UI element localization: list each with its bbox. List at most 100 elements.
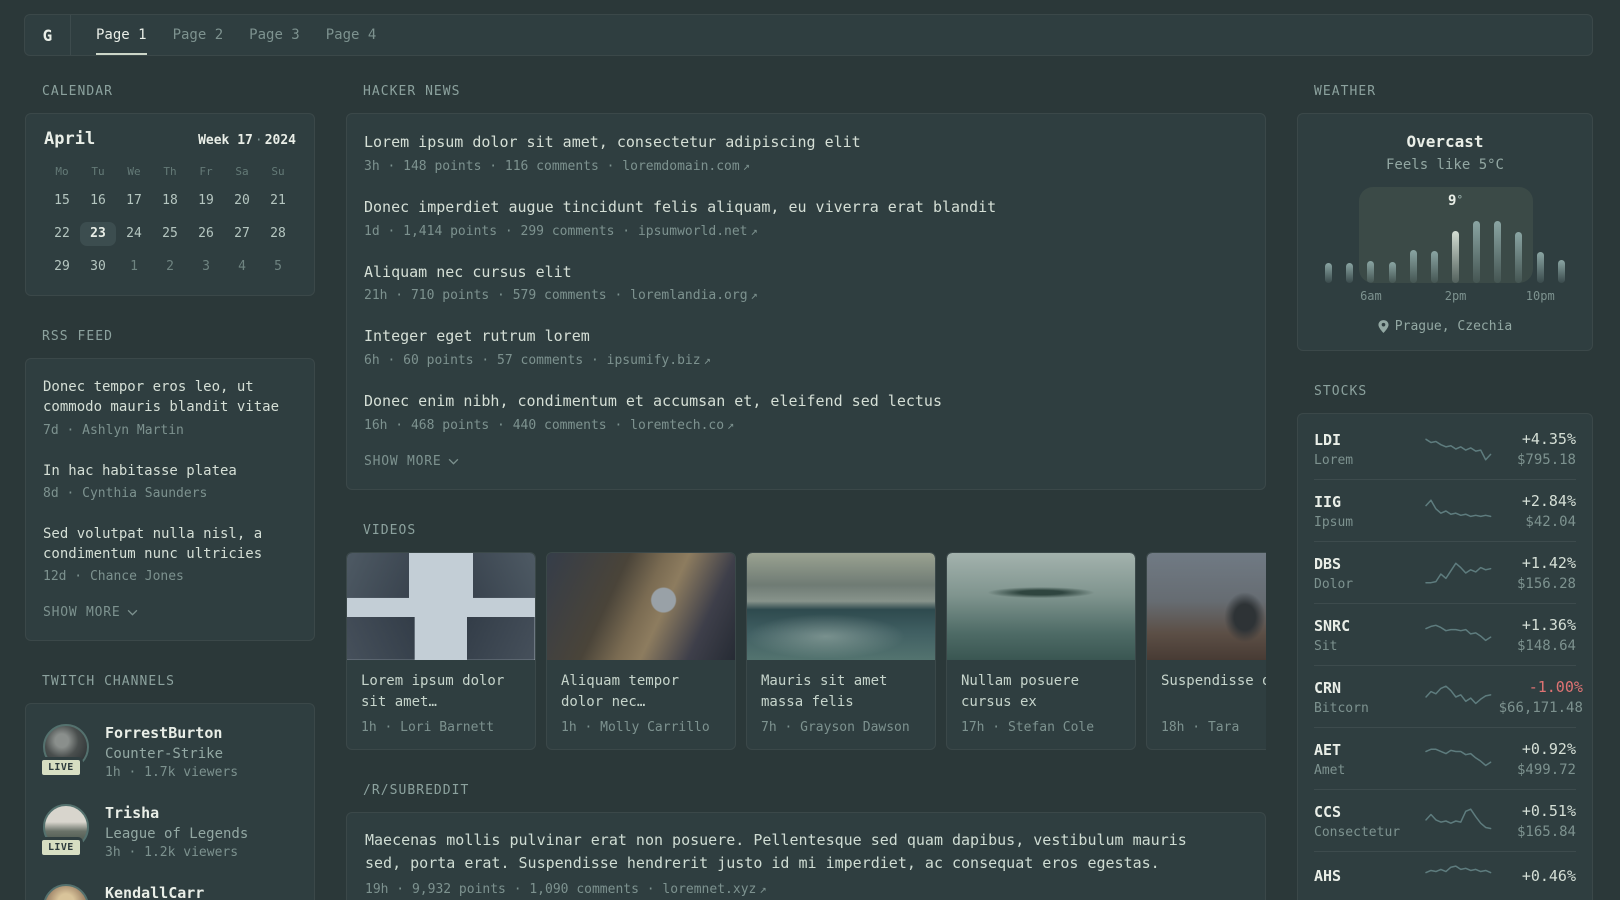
stock-name: Ipsum: [1314, 514, 1354, 530]
stocks-card: LDI Lorem +4.35% $795.18 IIG Ipsum +2.84% $4…: [1297, 413, 1593, 900]
subreddit-post-title[interactable]: Maecenas mollis pulvinar erat non posuer…: [365, 829, 1225, 876]
hn-item: Integer eget rutrum lorem 6h · 60 points…: [364, 314, 1248, 379]
calendar-day: 28: [270, 226, 286, 241]
time-tick: 2pm: [1444, 289, 1467, 303]
channel-name[interactable]: KendallCarr: [105, 884, 204, 900]
hn-item-title[interactable]: Lorem ipsum dolor sit amet, consectetur …: [364, 132, 1248, 154]
stock-change: +0.51%: [1521, 802, 1576, 820]
time-tick: 6am: [1360, 289, 1382, 303]
video-thumbnail[interactable]: [547, 552, 735, 660]
rss-item: Sed volutpat nulla nisl, a condimentum n…: [43, 512, 297, 596]
rss-item-title[interactable]: In hac habitasse platea: [43, 461, 297, 481]
video-card[interactable]: Mauris sit amet massa felis 7h · Grayson…: [746, 551, 936, 750]
external-link-icon: ↗: [750, 288, 758, 303]
channel-name[interactable]: ForrestBurton: [105, 724, 238, 742]
channel-avatar[interactable]: [43, 884, 89, 900]
stock-ticker[interactable]: DBS: [1314, 555, 1418, 573]
video-card[interactable]: Suspendisse diam 18h · Tara: [1146, 551, 1266, 750]
hn-item-meta: 21h · 710 points · 579 comments · loreml…: [364, 288, 758, 304]
calendar-day: 21: [270, 193, 286, 208]
calendar-day: 26: [198, 226, 214, 241]
subreddit-post-meta: 19h · 9,932 points · 1,090 comments · lo…: [365, 882, 767, 898]
subreddit-domain-link[interactable]: loremnet.xyz ↗: [662, 882, 766, 897]
live-badge: LIVE: [39, 837, 83, 859]
hn-item-domain-link[interactable]: loremdomain.com ↗: [622, 159, 750, 174]
time-tick: 10pm: [1525, 289, 1555, 303]
twitch-heading: TWITCH CHANNELS: [42, 674, 175, 690]
weather-location: Prague, Czechia: [1318, 319, 1572, 334]
weather-bar: [1409, 250, 1417, 283]
tab-page-4[interactable]: Page 4: [326, 15, 377, 55]
rss-heading: RSS FEED: [42, 329, 113, 344]
video-card[interactable]: Lorem ipsum dolor sit amet consectetu… 1…: [346, 551, 536, 750]
hn-item-domain-link[interactable]: loremtech.co ↗: [630, 418, 734, 433]
video-title[interactable]: Mauris sit amet massa felis: [747, 660, 935, 713]
calendar-heading: CALENDAR: [42, 84, 113, 99]
stock-ticker[interactable]: LDI: [1314, 431, 1418, 449]
calendar-day: 1: [130, 259, 138, 274]
weather-bar: [1367, 261, 1375, 283]
hn-item-domain-link[interactable]: ipsumify.biz ↗: [607, 353, 711, 368]
weather-bar: [1430, 251, 1438, 283]
stock-row: IIG Ipsum +2.84% $42.04: [1314, 479, 1576, 541]
hn-item-title[interactable]: Donec imperdiet augue tincidunt felis al…: [364, 197, 1248, 219]
subreddit-heading: /R/SUBREDDIT: [363, 782, 470, 798]
location-pin-icon: [1378, 320, 1389, 333]
video-thumbnail[interactable]: [747, 552, 935, 660]
stock-ticker[interactable]: CCS: [1314, 803, 1418, 821]
stock-name: Dolor: [1314, 576, 1354, 592]
video-title[interactable]: Nullam posuere cursus ex: [947, 660, 1135, 713]
stock-sparkline: [1425, 865, 1492, 874]
tab-page-1[interactable]: Page 1: [96, 15, 147, 55]
hn-item-meta: 6h · 60 points · 57 comments · ipsumify.…: [364, 353, 711, 368]
video-title[interactable]: Suspendisse diam: [1147, 660, 1266, 713]
tab-page-3[interactable]: Page 3: [249, 15, 300, 55]
hn-item-title[interactable]: Integer eget rutrum lorem: [364, 326, 1248, 348]
day-of-week: Mo: [55, 165, 69, 178]
channel-name[interactable]: Trisha: [105, 804, 248, 822]
video-meta: 18h · Tara: [1161, 719, 1240, 735]
calendar-day: 5: [274, 259, 282, 274]
stock-ticker[interactable]: SNRC: [1314, 617, 1418, 635]
rss-card: Donec tempor eros leo, ut commodo mauris…: [25, 358, 315, 642]
hn-show-more-button[interactable]: SHOW MORE: [364, 444, 1248, 475]
stock-ticker[interactable]: IIG: [1314, 493, 1418, 511]
calendar-widget: CALENDAR April Week 17 · 2024 Mo Tu We Th …: [25, 84, 315, 296]
chevron-down-icon: [128, 610, 138, 617]
weather-bar: [1325, 263, 1333, 283]
stock-ticker[interactable]: AHS: [1314, 867, 1418, 885]
video-thumbnail[interactable]: [347, 552, 535, 660]
app-logo[interactable]: G: [25, 15, 71, 55]
twitch-card: LIVE ForrestBurton Counter-Strike 1h · 1…: [25, 703, 315, 900]
hn-item-title[interactable]: Donec enim nibh, condimentum et accumsan…: [364, 391, 1248, 413]
video-title[interactable]: Lorem ipsum dolor sit amet consectetu…: [347, 660, 535, 713]
subreddit-card: Maecenas mollis pulvinar erat non posuer…: [346, 811, 1266, 900]
video-meta: 17h · Stefan Cole: [961, 719, 1095, 735]
rss-item-title[interactable]: Sed volutpat nulla nisl, a condimentum n…: [43, 524, 297, 565]
hackernews-card: Lorem ipsum dolor sit amet, consectetur …: [346, 113, 1266, 490]
stock-sparkline: [1425, 685, 1492, 705]
stock-ticker[interactable]: CRN: [1314, 679, 1418, 697]
rss-item-title[interactable]: Donec tempor eros leo, ut commodo mauris…: [43, 377, 297, 418]
hn-item-domain-link[interactable]: ipsumworld.net ↗: [638, 224, 758, 239]
weather-condition: Overcast: [1406, 132, 1484, 151]
hn-item-domain-link[interactable]: loremlandia.org ↗: [630, 288, 758, 303]
channel-avatar[interactable]: LIVE: [39, 724, 89, 779]
videos-widget: VIDEOS Lorem ipsum dolor sit amet consec…: [346, 523, 1266, 750]
hn-item-title[interactable]: Aliquam nec cursus elit: [364, 262, 1248, 284]
weather-bar: [1536, 252, 1544, 283]
twitch-channel: LIVE Trisha League of Legends 3h · 1.2k …: [39, 792, 297, 872]
hn-item: Aliquam nec cursus elit 21h · 710 points…: [364, 250, 1248, 315]
tab-page-2[interactable]: Page 2: [173, 15, 224, 55]
stock-ticker[interactable]: AET: [1314, 741, 1418, 759]
video-card[interactable]: Aliquam tempor dolor nec pharetra… 1h · …: [546, 551, 736, 750]
video-card[interactable]: Nullam posuere cursus ex 17h · Stefan Co…: [946, 551, 1136, 750]
video-title[interactable]: Aliquam tempor dolor nec pharetra…: [547, 660, 735, 713]
video-thumbnail[interactable]: [947, 552, 1135, 660]
weather-bar: [1452, 231, 1460, 283]
video-thumbnail[interactable]: [1147, 552, 1266, 660]
rss-show-more-button[interactable]: SHOW MORE: [43, 595, 297, 626]
channel-avatar[interactable]: LIVE: [39, 804, 89, 859]
external-link-icon: ↗: [750, 223, 758, 238]
weather-hourly-chart: 9°: [1318, 187, 1572, 283]
